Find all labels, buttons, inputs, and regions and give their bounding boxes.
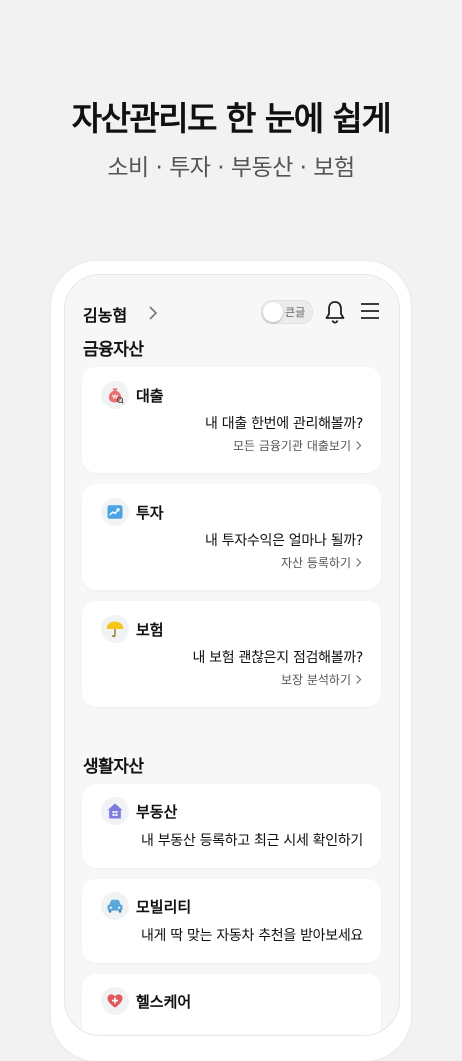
healthcare-title: 헬스케어 [136, 993, 192, 1011]
realestate-description: 내 부동산 등록하고 최근 시세 확인하기 [140, 833, 363, 849]
healthcare-card[interactable]: 헬스케어 [82, 974, 381, 1035]
house-icon [101, 797, 129, 825]
loan-card[interactable]: ₩ 대출 내 대출 한번에 관리해볼까? 모든 금융기관 대출보기 [82, 367, 381, 473]
invest-title: 투자 [136, 504, 164, 522]
toggle-label: 큰글 [285, 306, 306, 319]
hero-subtitle: 소비 · 투자 · 부동산 · 보험 [107, 155, 355, 181]
insurance-title: 보험 [136, 621, 164, 639]
hero-title: 자산관리도 한 눈에 쉽게 [71, 99, 392, 138]
loan-title: 대출 [136, 387, 164, 405]
mobility-title: 모빌리티 [136, 898, 192, 916]
invest-link-label: 자산 등록하기 [280, 556, 351, 570]
invest-card[interactable]: 투자 내 투자수익은 얼마나 될까? 자산 등록하기 [82, 484, 381, 590]
phone-screen: 김농협 큰글 금융자산 ₩ 대출 내 대출 한번에 관리해볼까? 모든 금융기관… [64, 274, 400, 1036]
realestate-title: 부동산 [136, 803, 178, 821]
mobility-description: 내게 딱 맞는 자동차 추천을 받아보세요 [140, 928, 363, 944]
insurance-description: 내 보험 괜찮은지 점검해볼까? [192, 650, 363, 666]
invest-link[interactable]: 자산 등록하기 [281, 554, 363, 571]
car-icon [101, 892, 129, 920]
loan-link[interactable]: 모든 금융기관 대출보기 [233, 437, 363, 454]
section-title-living: 생활자산 [83, 757, 144, 777]
section-title-financial: 금융자산 [83, 340, 144, 360]
mobility-card[interactable]: 모빌리티 내게 딱 맞는 자동차 추천을 받아보세요 [82, 879, 381, 963]
large-text-toggle[interactable]: 큰글 [261, 300, 313, 324]
toggle-knob [263, 302, 283, 322]
user-name[interactable]: 김농협 [83, 302, 127, 326]
insurance-card[interactable]: 보험 내 보험 괜찮은지 점검해볼까? 보장 분석하기 [82, 601, 381, 707]
loan-description: 내 대출 한번에 관리해볼까? [205, 416, 363, 432]
loan-link-label: 모든 금융기관 대출보기 [232, 439, 351, 453]
umbrella-icon [101, 615, 129, 643]
chevron-right-icon [356, 558, 362, 567]
bell-icon[interactable] [324, 300, 346, 324]
invest-description: 내 투자수익은 얼마나 될까? [205, 533, 363, 549]
chevron-right-icon[interactable] [143, 303, 163, 323]
money-bag-icon: ₩ [101, 381, 129, 409]
chevron-right-icon [356, 675, 362, 684]
chevron-right-icon [356, 441, 362, 450]
insurance-link-label: 보장 분석하기 [280, 673, 351, 687]
realestate-card[interactable]: 부동산 내 부동산 등록하고 최근 시세 확인하기 [82, 784, 381, 868]
menu-icon[interactable] [359, 301, 381, 321]
health-icon [101, 987, 129, 1015]
chart-up-icon [101, 498, 129, 526]
insurance-link[interactable]: 보장 분석하기 [281, 671, 363, 688]
